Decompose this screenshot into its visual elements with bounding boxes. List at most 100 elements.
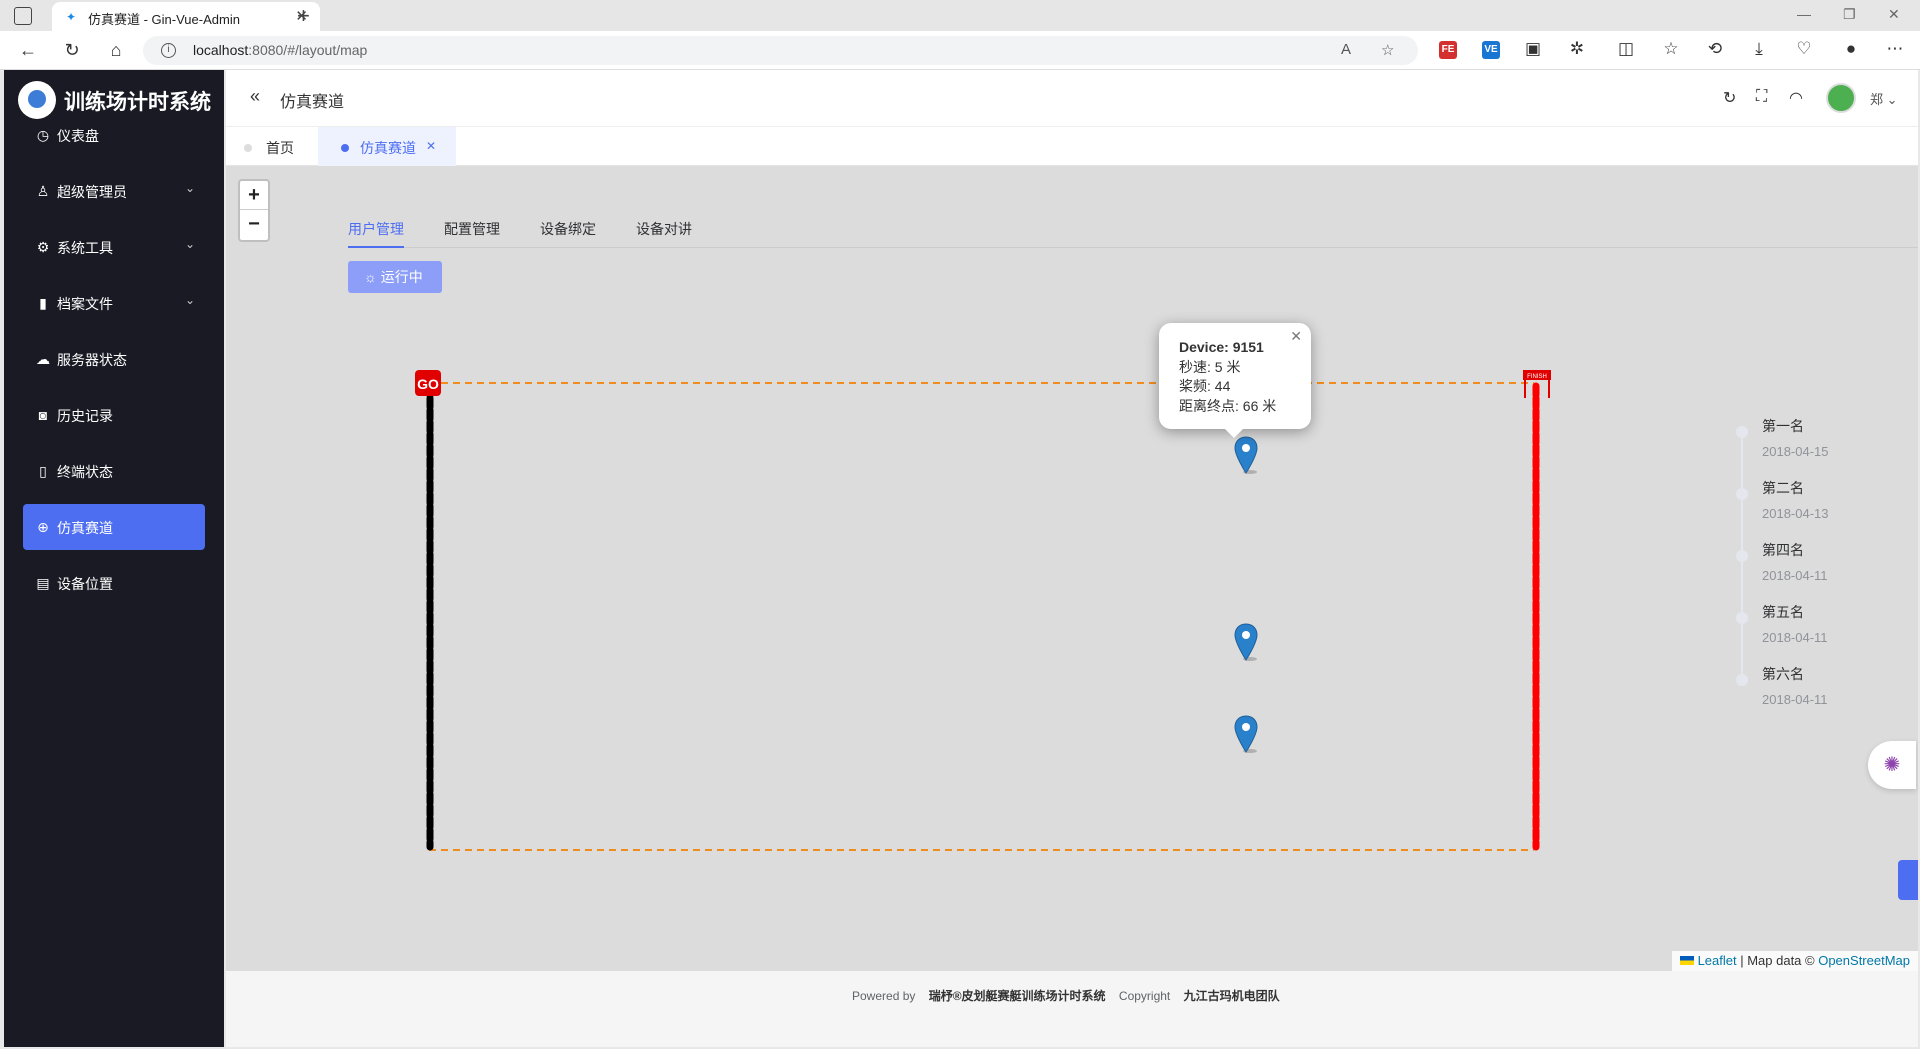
list-item: 第五名 2018-04-11: [1726, 602, 1918, 664]
chevron-down-icon: ⌄: [184, 293, 195, 307]
list-item: 第六名 2018-04-11: [1726, 664, 1918, 726]
device-marker-icon[interactable]: [1234, 715, 1258, 753]
cloud-icon: ☁: [36, 351, 50, 367]
timeline-dot: [1736, 674, 1748, 686]
rank-name: 第二名: [1762, 480, 1804, 496]
extension-vue-icon[interactable]: VE: [1482, 41, 1500, 59]
sidebar-item-server-status[interactable]: ☁ 服务器状态: [23, 336, 205, 382]
popup-close-icon[interactable]: ✕: [1290, 327, 1302, 347]
home-icon[interactable]: ⌂: [105, 40, 127, 61]
tab-home[interactable]: 首页: [226, 127, 318, 167]
refresh-icon[interactable]: ↻: [61, 40, 83, 61]
browser-tab-strip: ✦ 仿真赛道 - Gin-Vue-Admin ✕ + — ❐ ✕: [0, 0, 1920, 31]
footer-text: Powered by 瑞杼®皮划艇赛艇训练场计时系统 Copyright 九江古…: [852, 987, 1290, 1004]
sidebar-item-simulation-track[interactable]: ⊕ 仿真赛道: [23, 504, 205, 550]
split-screen-icon[interactable]: ◫: [1615, 39, 1637, 59]
user-icon: ♙: [36, 183, 50, 199]
rank-date: 2018-04-15: [1762, 444, 1829, 459]
health-icon[interactable]: ♡: [1793, 39, 1815, 59]
sidebar-item-label: 历史记录: [57, 408, 113, 424]
avatar[interactable]: [1826, 83, 1856, 113]
list-item: 第二名 2018-04-13: [1726, 478, 1918, 540]
extension-fe-icon[interactable]: FE: [1439, 41, 1457, 59]
sidebar-item-system-tools[interactable]: ⚙ 系统工具 ⌄: [23, 224, 205, 270]
popup-stroke-rate: 桨频: 44: [1179, 378, 1231, 394]
footer-product: 瑞杼®皮划艇赛艇训练场计时系统: [928, 989, 1106, 1003]
rank-date: 2018-04-13: [1762, 506, 1829, 521]
window-close-icon[interactable]: ✕: [1888, 6, 1900, 23]
info-icon[interactable]: i: [161, 43, 176, 58]
popup-speed: 秒速: 5 米: [1179, 358, 1241, 375]
ai-assistant-brain-icon[interactable]: ✺: [1868, 741, 1916, 789]
sidebar-item-label: 服务器状态: [57, 352, 127, 368]
device-marker-icon[interactable]: [1234, 623, 1258, 661]
rank-name: 第五名: [1762, 604, 1804, 620]
osm-link[interactable]: OpenStreetMap: [1818, 953, 1910, 968]
reload-icon[interactable]: ↻: [1723, 88, 1736, 108]
sidebar-item-label: 档案文件: [57, 296, 113, 312]
svg-text:GO: GO: [417, 376, 439, 392]
favorite-star-icon[interactable]: ☆: [1381, 41, 1394, 59]
user-menu[interactable]: 郑 ⌄: [1870, 89, 1898, 108]
rank-date: 2018-04-11: [1762, 630, 1828, 645]
more-icon[interactable]: ⋯: [1884, 39, 1906, 59]
timeline-dot: [1736, 612, 1748, 624]
sidebar-item-super-admin[interactable]: ♙ 超级管理员 ⌄: [23, 168, 205, 214]
leaflet-link[interactable]: Leaflet: [1698, 953, 1737, 968]
footer-team: 九江古玛机电团队: [1183, 989, 1280, 1003]
extensions-puzzle-icon[interactable]: ✲: [1566, 39, 1588, 59]
tab-close-icon[interactable]: ✕: [426, 139, 436, 153]
history-icon[interactable]: ⟲: [1704, 39, 1726, 59]
rank-date: 2018-04-11: [1762, 568, 1828, 583]
fullscreen-icon[interactable]: ⛶: [1756, 88, 1767, 106]
settings-drawer-button[interactable]: [1898, 860, 1918, 900]
profile-icon[interactable]: ●: [1840, 39, 1862, 59]
device-marker-icon[interactable]: [1234, 436, 1258, 474]
sidebar-item-label: 超级管理员: [57, 184, 127, 200]
restore-icon[interactable]: ❐: [1843, 6, 1856, 23]
extension-game-icon[interactable]: ▣: [1522, 39, 1544, 59]
svg-text:FINISH: FINISH: [1527, 374, 1547, 380]
footer-copyright: Copyright: [1118, 989, 1171, 1003]
sidebar-item-label: 系统工具: [57, 240, 113, 256]
address-bar[interactable]: i localhost:8080/#/layout/map A ☆: [143, 36, 1418, 65]
url-text: localhost:8080/#/layout/map: [193, 42, 368, 58]
page-title: 仿真赛道: [280, 94, 345, 111]
sidebar-item-archive[interactable]: ▮ 档案文件 ⌄: [23, 280, 205, 326]
sidebar-item-terminal-status[interactable]: ▯ 终端状态: [23, 448, 205, 494]
favorites-icon[interactable]: ☆: [1660, 39, 1682, 59]
start-go-icon: GO: [415, 370, 441, 396]
phone-icon: ▯: [39, 463, 47, 479]
minimize-icon[interactable]: —: [1797, 6, 1811, 22]
footer-powered-by: Powered by: [852, 989, 916, 1003]
rank-date: 2018-04-11: [1762, 692, 1828, 707]
sidebar-item-dashboard[interactable]: ◷ 仪表盘: [23, 112, 205, 158]
browser-tab-title: 仿真赛道 - Gin-Vue-Admin: [88, 12, 240, 27]
view-tabs-bar: 首页 仿真赛道 ✕: [226, 126, 1918, 167]
sidebar-item-history[interactable]: ◙ 历史记录: [23, 392, 205, 438]
download-icon[interactable]: ⤓: [1748, 39, 1770, 59]
back-icon[interactable]: ←: [17, 40, 39, 61]
collapse-sidebar-icon[interactable]: «: [250, 86, 260, 107]
attribution-text: | Map data ©: [1736, 953, 1819, 968]
chevron-down-icon: ⌄: [184, 237, 195, 251]
popup-distance: 距离终点: 66 米: [1179, 397, 1277, 414]
timeline-dot: [1736, 550, 1748, 562]
top-header: « 仿真赛道 ↻ ⛶ ◠ 郑 ⌄: [226, 70, 1918, 126]
headset-icon[interactable]: ◠: [1789, 88, 1803, 108]
favicon-icon: ✦: [66, 10, 77, 24]
tab-label: 仿真赛道: [360, 140, 416, 156]
map-view[interactable]: + − 用户管理 配置管理 设备绑定 设备对讲 ☼ 运行中 GO FINISH: [226, 166, 1918, 971]
list-item: 第四名 2018-04-11: [1726, 540, 1918, 602]
tab-status-dot: [244, 144, 252, 152]
device-popup: ✕ Device: 9151 秒速: 5 米 桨频: 44 距离终点: 66 米: [1159, 323, 1311, 429]
browser-tab-active[interactable]: ✦ 仿真赛道 - Gin-Vue-Admin ✕: [52, 2, 320, 31]
new-tab-icon[interactable]: +: [297, 3, 310, 29]
map-attribution: Leaflet | Map data © OpenStreetMap: [1671, 951, 1918, 971]
tab-label: 首页: [266, 140, 294, 156]
read-aloud-icon[interactable]: A: [1341, 41, 1351, 58]
sidebar-item-device-location[interactable]: ▤ 设备位置: [23, 560, 205, 606]
tab-simulation-track[interactable]: 仿真赛道 ✕: [318, 127, 456, 167]
tab-actions-icon[interactable]: [14, 7, 32, 25]
list-item: 第一名 2018-04-15: [1726, 416, 1918, 478]
